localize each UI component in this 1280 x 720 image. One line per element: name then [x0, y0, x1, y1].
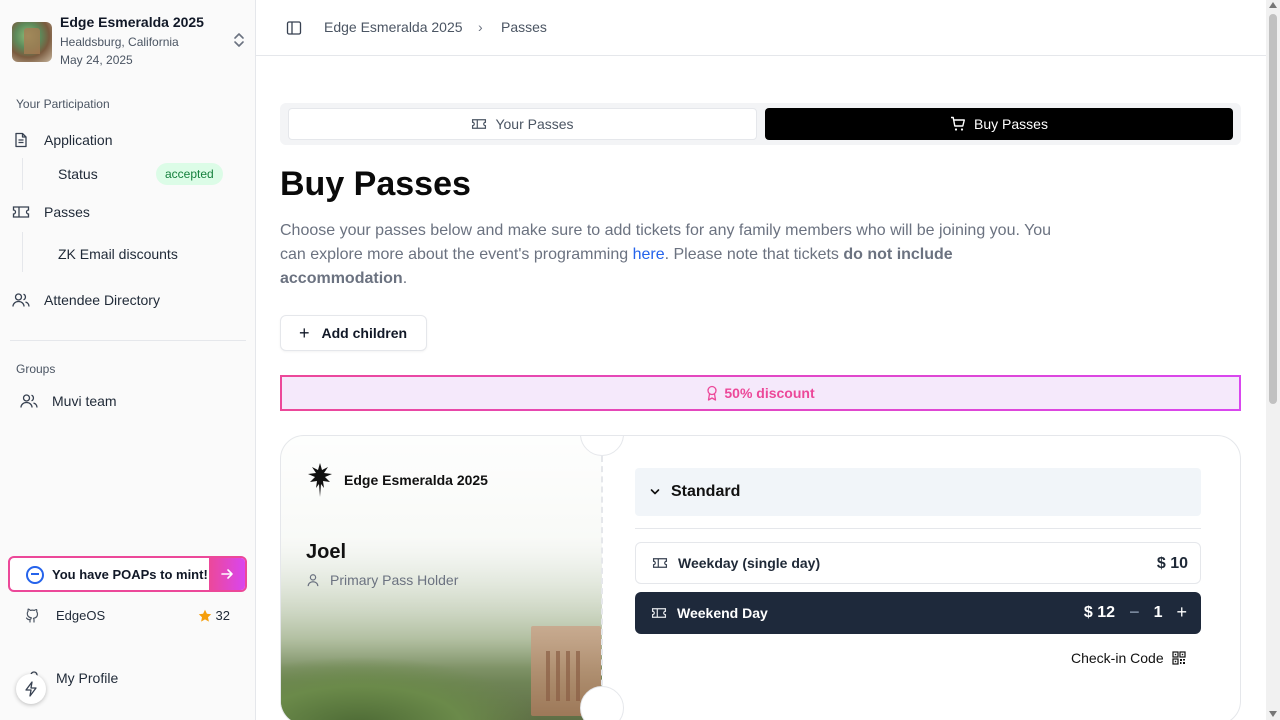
event-location: Healdsburg, California — [60, 35, 179, 49]
sidebar-item-profile[interactable]: My Profile — [16, 664, 246, 696]
sidebar-divider — [10, 340, 246, 341]
pass-card: Edge Esmeralda 2025 Joel Primary Pass Ho… — [280, 435, 1241, 720]
chevron-down-icon — [649, 486, 661, 498]
art-arches — [546, 651, 586, 701]
ticket-icon — [652, 557, 668, 569]
user-icon — [307, 574, 319, 587]
ticket-price: $ 12 — [1083, 603, 1116, 621]
poap-mint-button[interactable] — [209, 558, 245, 590]
arrow-right-icon — [221, 569, 233, 579]
edgeos-label: EdgeOS — [56, 608, 106, 623]
chevrons-up-down-icon[interactable] — [232, 32, 246, 48]
page-title: Buy Passes — [280, 165, 471, 203]
sidebar-toggle-icon[interactable] — [286, 20, 302, 36]
plus-icon: + — [299, 322, 310, 343]
file-text-icon — [12, 131, 30, 149]
event-date: May 24, 2025 — [60, 53, 133, 67]
art-hills — [281, 656, 541, 720]
breadcrumb-event[interactable]: Edge Esmeralda 2025 — [324, 19, 463, 35]
sidebar-subitem-zk-email[interactable]: ZK Email discounts — [58, 246, 178, 262]
pass-tabs: Your Passes Buy Passes — [280, 103, 1241, 145]
event-logo — [12, 22, 52, 62]
star-icon — [198, 609, 211, 622]
scroll-thumb[interactable] — [1269, 14, 1277, 404]
profile-label: My Profile — [56, 670, 119, 686]
desc-text: . Please note that tickets — [664, 246, 844, 263]
zap-icon — [25, 681, 37, 697]
participation-section-label: Your Participation — [16, 97, 110, 111]
page-description: Choose your passes below and make sure t… — [280, 219, 1070, 291]
ticket-price: $ 10 — [1156, 555, 1188, 572]
sidebar-item-application[interactable]: Application — [10, 124, 246, 156]
quantity-value: 1 — [1153, 603, 1163, 621]
ticket-icon — [651, 607, 667, 619]
add-children-label: Add children — [321, 325, 408, 341]
scroll-up-arrow[interactable] — [1269, 2, 1277, 8]
breadcrumb-separator: › — [478, 19, 483, 35]
programming-link[interactable]: here — [633, 246, 665, 263]
sidebar-item-passes[interactable]: Passes — [10, 196, 246, 228]
increment-button[interactable]: + — [1176, 602, 1187, 623]
shopping-cart-icon — [951, 116, 966, 131]
pass-holder-name: Joel — [306, 541, 347, 563]
decrement-button[interactable]: − — [1129, 602, 1140, 623]
sidebar-item-label: Passes — [44, 204, 90, 220]
quick-action-button[interactable] — [16, 674, 46, 704]
checkin-code-button[interactable]: Check-in Code — [1071, 650, 1186, 666]
submenu-line — [22, 232, 23, 272]
tab-label: Buy Passes — [974, 116, 1048, 132]
top-bar: Edge Esmeralda 2025 › Passes — [256, 0, 1266, 56]
accordion-divider — [635, 528, 1201, 529]
sidebar-item-attendee-directory[interactable]: Attendee Directory — [10, 284, 246, 316]
groups-section-label: Groups — [16, 362, 56, 376]
status-badge: accepted — [156, 163, 223, 185]
submenu-line — [22, 158, 23, 190]
tab-your-passes[interactable]: Your Passes — [288, 108, 757, 140]
event-name: Edge Esmeralda 2025 — [60, 14, 204, 30]
ticket-icon — [12, 203, 30, 221]
add-children-button[interactable]: + Add children — [280, 315, 427, 351]
ticket-name: Weekday (single day) — [678, 555, 821, 571]
checkin-label: Check-in Code — [1071, 650, 1164, 666]
award-icon — [707, 385, 718, 401]
pass-holder-role-label: Primary Pass Holder — [330, 572, 459, 588]
standard-accordion[interactable]: Standard — [635, 468, 1201, 516]
breadcrumb-current: Passes — [501, 19, 547, 35]
ticket-perforation — [601, 456, 603, 706]
event-switcher[interactable]: Edge Esmeralda 2025 Healdsburg, Californ… — [10, 12, 250, 68]
ticket-option-weekday[interactable]: Weekday (single day) $ 10 — [635, 542, 1201, 584]
scroll-down-arrow[interactable] — [1269, 711, 1277, 717]
sidebar-item-label: Attendee Directory — [44, 292, 160, 308]
poap-banner[interactable]: You have POAPs to mint! — [8, 556, 247, 592]
sidebar-item-group[interactable]: Muvi team — [18, 385, 254, 417]
quantity-stepper: $ 12 − 1 + — [1084, 602, 1187, 623]
star-count-value: 32 — [215, 608, 230, 623]
sidebar-item-label: Application — [44, 132, 113, 148]
ticket-option-weekend[interactable]: Weekend Day $ 12 − 1 + — [635, 592, 1201, 634]
sidebar-item-label: Muvi team — [52, 393, 117, 409]
sidebar-subitem-status[interactable]: Status — [58, 166, 98, 182]
discount-banner: 50% discount — [280, 375, 1241, 411]
qr-code-icon — [1172, 651, 1186, 665]
edgeos-link[interactable]: EdgeOS 32 — [22, 604, 236, 628]
scrollbar[interactable] — [1266, 0, 1280, 720]
ticket-name: Weekend Day — [677, 605, 768, 621]
sidebar: Edge Esmeralda 2025 Healdsburg, Californ… — [0, 0, 256, 720]
pass-holder-role: Primary Pass Holder — [306, 572, 458, 588]
accordion-label: Standard — [671, 483, 741, 500]
desc-text: . — [402, 270, 408, 287]
ticket-notch-bottom — [580, 686, 624, 720]
users-icon — [12, 291, 30, 309]
ticket-icon — [472, 119, 487, 129]
event-tree-logo-icon — [308, 463, 332, 497]
star-count: 32 — [198, 608, 230, 623]
poap-icon — [26, 566, 44, 584]
pass-event-name: Edge Esmeralda 2025 — [344, 472, 488, 488]
tab-label: Your Passes — [495, 116, 574, 132]
users-icon — [20, 392, 38, 410]
tab-buy-passes[interactable]: Buy Passes — [765, 108, 1233, 140]
poap-text: You have POAPs to mint! — [52, 567, 208, 582]
discount-label: 50% discount — [724, 385, 815, 401]
github-icon — [25, 608, 39, 623]
